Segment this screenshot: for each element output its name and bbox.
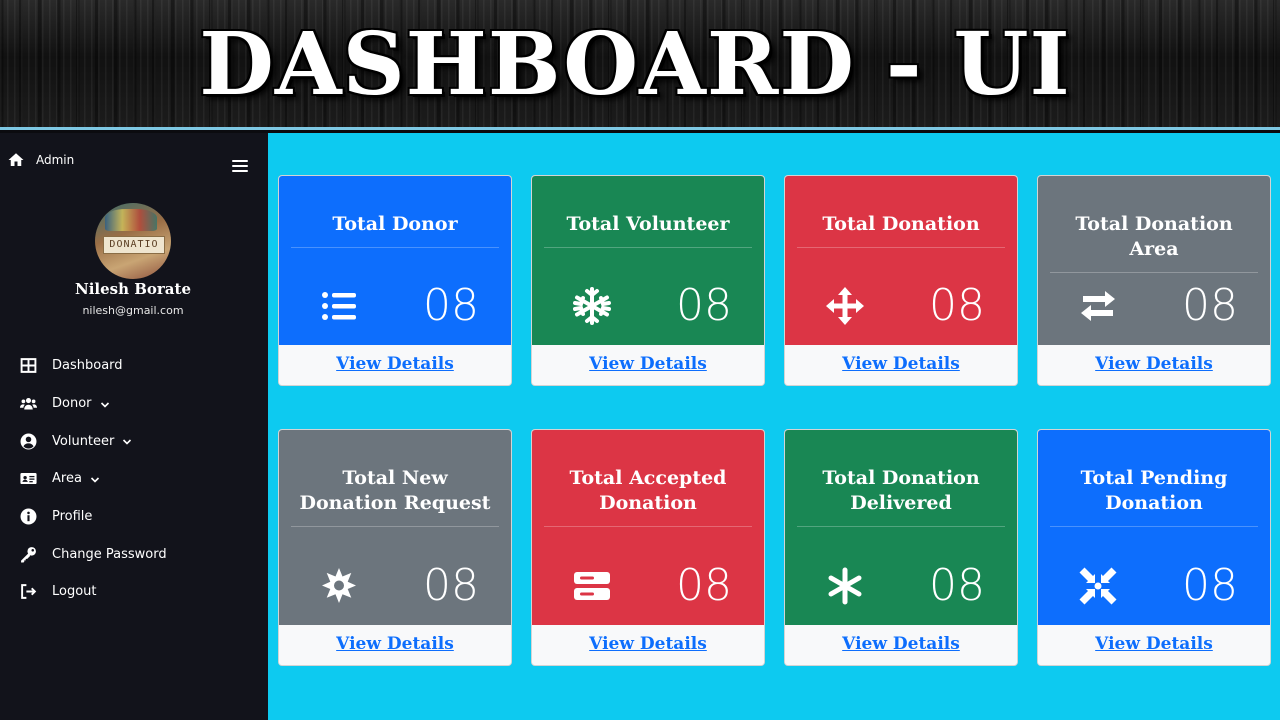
sidebar-item-dashboard[interactable]: Dashboard — [0, 347, 268, 385]
key-icon — [18, 545, 38, 563]
card-total-donation-delivered: Total Donation Delivered 08 View Details — [784, 429, 1018, 666]
card-value: 08 — [423, 560, 479, 611]
sidebar-item-change-password[interactable]: Change Password — [0, 535, 268, 573]
card-title: Total Pending Donation — [1050, 466, 1258, 527]
sidebar-item-label: Volunteer — [52, 433, 115, 449]
home-label: Admin — [36, 153, 75, 167]
card-title: Total New Donation Request — [291, 466, 499, 527]
logout-icon — [18, 583, 38, 601]
view-details-link[interactable]: View Details — [589, 354, 707, 374]
info-icon — [18, 508, 38, 526]
user-circle-icon — [18, 432, 38, 450]
main-content: Total Donor 08 View Details Total Volunt… — [268, 133, 1280, 720]
view-details-link[interactable]: View Details — [336, 354, 454, 374]
card-value: 08 — [929, 560, 985, 611]
card-total-pending-donation: Total Pending Donation 08 View Details — [1037, 429, 1271, 666]
home-link[interactable]: Admin — [7, 151, 74, 169]
snowflake-icon — [572, 286, 612, 326]
id-card-icon — [18, 470, 38, 488]
sidebar-item-area[interactable]: Area — [0, 460, 268, 498]
view-details-link[interactable]: View Details — [1095, 634, 1213, 654]
view-details-link[interactable]: View Details — [336, 634, 454, 654]
menu-toggle-icon[interactable] — [232, 160, 248, 174]
chevron-down-icon — [122, 436, 132, 446]
sidebar-item-label: Area — [52, 471, 82, 487]
view-details-link[interactable]: View Details — [842, 354, 960, 374]
grid-icon — [18, 357, 38, 375]
banner: DASHBOARD - UI — [0, 0, 1280, 130]
view-details-link[interactable]: View Details — [1095, 354, 1213, 374]
card-title: Total Volunteer — [544, 212, 752, 248]
sidebar-item-logout[interactable]: Logout — [0, 573, 268, 611]
card-title: Total Donation Area — [1050, 212, 1258, 273]
card-value: 08 — [1182, 560, 1238, 611]
sidebar-item-label: Dashboard — [52, 358, 123, 374]
sidebar-item-profile[interactable]: Profile — [0, 498, 268, 536]
view-details-link[interactable]: View Details — [589, 634, 707, 654]
sidebar-item-label: Logout — [52, 584, 97, 600]
card-title: Total Accepted Donation — [544, 466, 752, 527]
burst-icon — [319, 566, 359, 606]
card-total-new-donation-request: Total New Donation Request 08 View Detai… — [278, 429, 512, 666]
card-value: 08 — [423, 280, 479, 331]
home-icon — [8, 153, 24, 166]
users-icon — [18, 395, 38, 413]
avatar-label: DONATIO — [103, 236, 165, 254]
card-total-donation-area: Total Donation Area 08 View Details — [1037, 175, 1271, 386]
sidebar-item-donor[interactable]: Donor — [0, 385, 268, 423]
chevron-down-icon — [90, 474, 100, 484]
sidebar-nav: Dashboard Donor Volunteer Area Profile C… — [0, 347, 268, 611]
card-title: Total Donation Delivered — [797, 466, 1005, 527]
server-icon — [572, 566, 612, 606]
card-title: Total Donor — [291, 212, 499, 248]
card-title: Total Donation — [797, 212, 1005, 248]
sidebar: Admin DONATIO Nilesh Borate nilesh@gmail… — [0, 133, 268, 720]
exchange-icon — [1078, 286, 1118, 326]
arrows-move-icon — [825, 286, 865, 326]
sidebar-item-label: Change Password — [52, 546, 167, 562]
list-icon — [319, 286, 359, 326]
avatar: DONATIO — [95, 203, 171, 279]
card-value: 08 — [1182, 280, 1238, 331]
user-email: nilesh@gmail.com — [82, 304, 184, 317]
card-total-donor: Total Donor 08 View Details — [278, 175, 512, 386]
card-total-donation: Total Donation 08 View Details — [784, 175, 1018, 386]
sidebar-item-volunteer[interactable]: Volunteer — [0, 422, 268, 460]
compress-icon — [1078, 566, 1118, 606]
sidebar-item-label: Profile — [52, 509, 93, 525]
asterisk-icon — [825, 566, 865, 606]
card-total-accepted-donation: Total Accepted Donation 08 View Details — [531, 429, 765, 666]
view-details-link[interactable]: View Details — [842, 634, 960, 654]
sidebar-item-label: Donor — [52, 396, 92, 412]
user-name: Nilesh Borate — [74, 280, 191, 298]
card-value: 08 — [676, 280, 732, 331]
chevron-down-icon — [100, 399, 110, 409]
card-value: 08 — [929, 280, 985, 331]
banner-title: DASHBOARD - UI — [199, 14, 1071, 115]
card-value: 08 — [676, 560, 732, 611]
card-total-volunteer: Total Volunteer 08 View Details — [531, 175, 765, 386]
